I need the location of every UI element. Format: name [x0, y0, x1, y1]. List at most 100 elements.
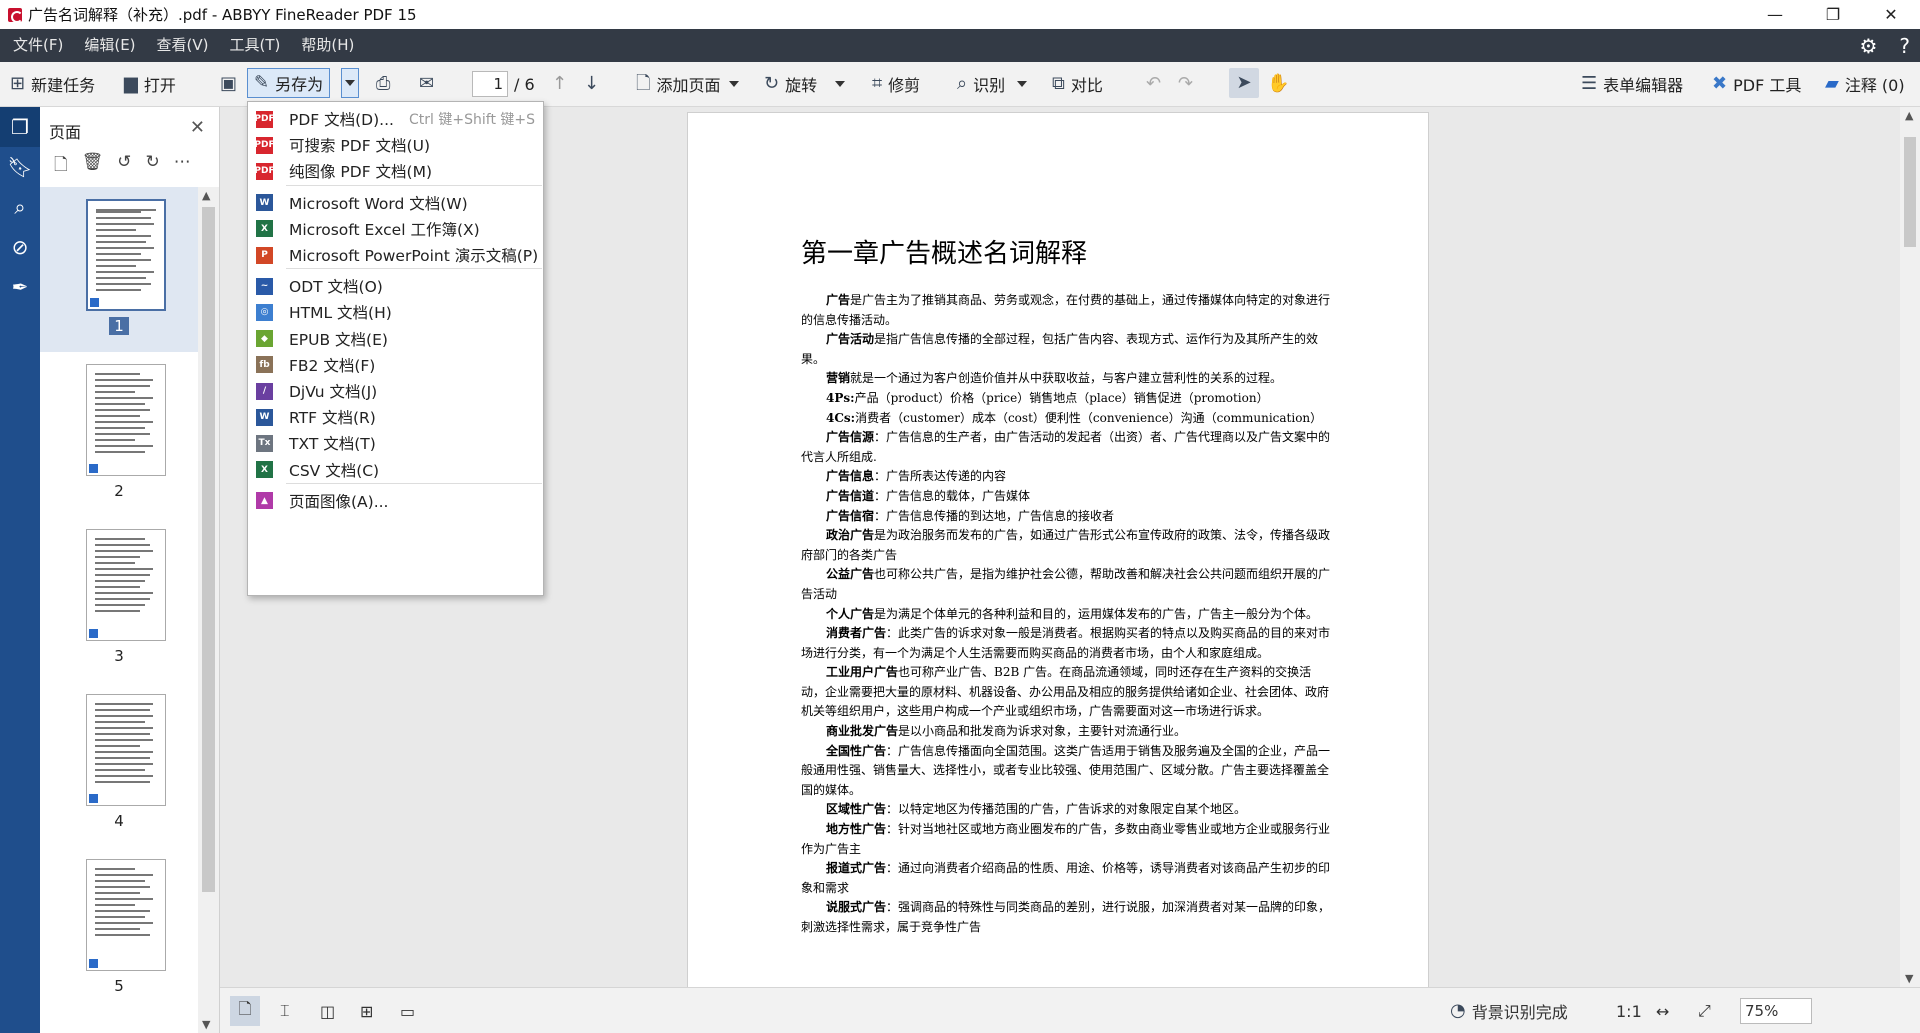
previous-page-button[interactable]: ↑ [552, 68, 573, 100]
single-page-view-button[interactable]: 🗋 [230, 996, 260, 1026]
open-button[interactable]: ▆ 打开 [124, 68, 176, 100]
save-as-menu-item[interactable]: PDF 纯图像 PDF 文档(M) [248, 156, 543, 186]
save-as-menu-item[interactable]: P Microsoft PowerPoint 演示文稿(P) [248, 240, 543, 270]
menu-file[interactable]: 文件(F) [5, 29, 71, 62]
pdf-icon: PDF [254, 110, 275, 128]
mail-icon: ✉ [419, 73, 435, 94]
chevron-down-icon [345, 80, 355, 86]
recognize-button[interactable]: ⌕ 识别 [957, 68, 1028, 100]
fit-width-button[interactable]: ↔ [1656, 996, 1669, 1026]
select-tool-button[interactable]: ➤ [1229, 68, 1259, 98]
save-as-dropdown-button[interactable] [341, 68, 359, 98]
page-thumbnail-image [86, 199, 166, 311]
save-as-menu-item[interactable]: ▲ 页面图像(A)... [248, 486, 543, 516]
text-layer-badge-icon [89, 464, 98, 473]
menu-help[interactable]: 帮助(H) [293, 29, 362, 62]
document-paragraph: 4Cs:消费者（customer）成本（cost）便利性（convenience… [826, 410, 1323, 425]
status-bar: 🗋 ⌶ ◫ ⊞ ▭ ◔ 背景识别完成 1:1 ↔ ⤢ 75% [220, 987, 1920, 1033]
add-page-icon[interactable]: 🗋 [54, 152, 68, 181]
pdf-tools-button[interactable]: ✖ PDF 工具 [1712, 68, 1801, 100]
document-paragraph: 广告信宿：广告信息传播的到达地，广告信息的接收者 [826, 508, 1115, 523]
hand-tool-button[interactable]: ✋ [1267, 68, 1295, 100]
recognition-status: ◔ 背景识别完成 [1450, 996, 1568, 1026]
scroll-down-icon[interactable]: ▼ [202, 1018, 210, 1031]
page-thumbnail-4[interactable]: 4 [40, 682, 198, 847]
comments-button[interactable]: ▰ 注释 (0) [1825, 68, 1905, 100]
document-paragraph: 广告信源：广告信息的生产者，由广告活动的发起者（出资）者、广告代理商以及广告文案… [801, 430, 1331, 464]
rotate-button[interactable]: ↻ 旋转 [764, 68, 846, 100]
page-thumbnail-5[interactable]: 5 [40, 847, 198, 1012]
restore-button[interactable]: ❐ [1804, 0, 1862, 29]
delete-page-icon[interactable]: 🗑 [82, 152, 104, 181]
new-task-icon: ⊞ [10, 73, 26, 94]
pages-panel-icon[interactable]: ❐ [0, 107, 40, 147]
print-button[interactable]: ⎙ [376, 68, 396, 100]
document-scrollbar[interactable]: ▲ ▼ [1900, 107, 1920, 987]
page-thumbnail-image [86, 364, 166, 476]
page-number-input[interactable]: 1 [472, 71, 508, 97]
help-question-icon[interactable]: ? [1899, 34, 1910, 58]
pages-scrollbar[interactable]: ▲ ▼ [198, 187, 219, 1033]
redo-button[interactable]: ↷ [1178, 68, 1199, 100]
window-title: 广告名词解释（补充）.pdf - ABBYY FineReader PDF 15 [28, 6, 417, 24]
menu-item-label: Microsoft Word 文档(W) [289, 194, 468, 213]
two-page-scroll-view-button[interactable]: ⊞ [360, 996, 373, 1026]
close-panel-icon[interactable]: ✕ [190, 117, 205, 138]
zoom-input[interactable]: 75% [1740, 998, 1812, 1024]
save-button[interactable]: ▣ [220, 68, 243, 100]
page-thumbnail-image [86, 694, 166, 806]
comments-label: 注释 (0) [1844, 76, 1905, 95]
pointer-cursor-icon: ➤ [1236, 72, 1252, 93]
scroll-up-icon[interactable]: ▲ [1905, 109, 1913, 122]
menu-separator [286, 184, 542, 186]
more-options-icon[interactable]: ⋯ [174, 152, 191, 181]
attachment-icon[interactable]: ⊘ [0, 227, 40, 267]
bookmark-icon[interactable]: 🔖︎ [0, 147, 40, 187]
document-scroll-thumb[interactable] [1904, 137, 1916, 247]
crop-button[interactable]: ⌗ 修剪 [872, 68, 920, 100]
signature-icon[interactable]: ✒ [0, 267, 40, 307]
document-paragraph: 营销就是一个通过为客户创造价值并从中获取收益，与客户建立营利性的关系的过程。 [826, 371, 1283, 386]
email-button[interactable]: ✉ [419, 68, 440, 100]
new-task-button[interactable]: ⊞ 新建任务 [10, 68, 95, 100]
close-window-button[interactable]: ✕ [1862, 0, 1920, 29]
minimize-button[interactable]: — [1746, 0, 1804, 29]
presentation-view-button[interactable]: ▭ [400, 996, 415, 1026]
document-heading: 第一章广告概述名词解释 [801, 239, 1088, 269]
scroll-down-icon[interactable]: ▼ [1905, 972, 1913, 985]
menu-edit[interactable]: 编辑(E) [76, 29, 143, 62]
document-paragraph: 公益广告也可称公共广告，是指为维护社会公德，帮助改善和解决社会公共问题而组织开展… [801, 567, 1331, 601]
zoom-level[interactable]: 75% [1740, 996, 1812, 1026]
page-thumbnail-2[interactable]: 2 [40, 352, 198, 517]
compare-button[interactable]: ⧉ 对比 [1052, 68, 1103, 100]
menu-tools[interactable]: 工具(T) [222, 29, 289, 62]
document-page[interactable]: 第一章广告概述名词解释 广告是广告主为了推销其商品、劳务或观念，在付费的基础上，… [687, 112, 1429, 987]
fit-page-button[interactable]: ⤢ [1698, 996, 1711, 1026]
document-paragraph: 地方性广告：针对当地社区或地方商业圈发布的广告，多数由商业零售业或地方企业或服务… [801, 822, 1331, 856]
text-layer-badge-icon [89, 959, 98, 968]
undo-button[interactable]: ↶ [1146, 68, 1167, 100]
add-page-icon: 🗋 [636, 73, 651, 94]
two-page-scroll-icon: ⊞ [360, 1001, 374, 1021]
form-editor-button[interactable]: ☰ 表单编辑器 [1581, 68, 1683, 100]
arrow-up-icon: ↑ [552, 73, 568, 94]
page-thumbnail-3[interactable]: 3 [40, 517, 198, 682]
continuous-view-button[interactable]: ⌶ [280, 996, 290, 1026]
document-paragraph: 商业批发广告是以小商品和批发商为诉求对象，主要针对流通行业。 [826, 724, 1187, 739]
actual-size-button[interactable]: 1:1 [1616, 996, 1642, 1026]
scroll-up-icon[interactable]: ▲ [202, 189, 210, 202]
page-thumbnail-1[interactable]: 1 [40, 187, 198, 352]
menu-view[interactable]: 查看(V) [149, 29, 217, 62]
new-task-label: 新建任务 [31, 76, 96, 95]
pages-scroll-thumb[interactable] [202, 207, 215, 892]
two-page-view-button[interactable]: ◫ [320, 996, 335, 1026]
add-page-button[interactable]: 🗋 添加页面 [636, 68, 739, 100]
save-as-menu-item[interactable]: X CSV 文档(C) [248, 455, 543, 485]
monitor-icon: ▭ [400, 1001, 416, 1021]
save-as-button[interactable]: ✎ 另存为 [247, 68, 331, 98]
next-page-button[interactable]: ↓ [584, 68, 605, 100]
search-icon[interactable]: ⌕ [0, 187, 40, 227]
settings-gear-icon[interactable]: ⚙ [1859, 34, 1877, 58]
rotate-left-icon[interactable]: ↺ [117, 152, 131, 181]
rotate-right-icon[interactable]: ↻ [146, 152, 160, 181]
